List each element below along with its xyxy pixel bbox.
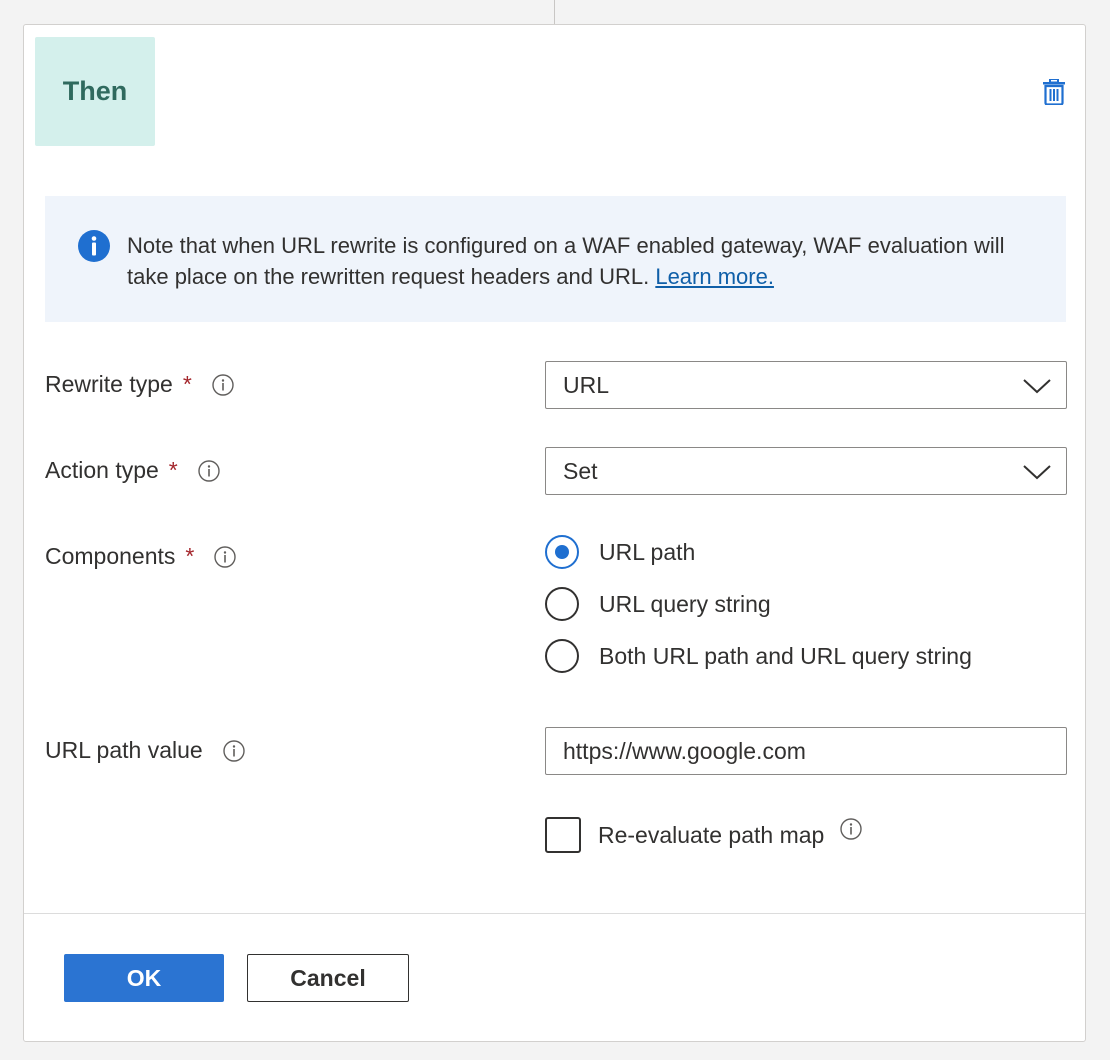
then-action-card: Then Note that when URL rewrite is confi…: [23, 24, 1086, 1042]
delete-button[interactable]: [1040, 77, 1068, 107]
info-tooltip-icon[interactable]: [212, 373, 234, 396]
rewrite-type-value: URL: [563, 371, 610, 398]
url-path-value-label-row: URL path value: [45, 737, 245, 764]
ok-button[interactable]: OK: [64, 954, 224, 1002]
required-marker: *: [182, 371, 192, 397]
trash-icon: [1043, 79, 1065, 105]
radio-button[interactable]: [545, 587, 579, 621]
radio-button[interactable]: [545, 639, 579, 673]
radio-url-path[interactable]: URL path: [545, 535, 695, 569]
radio-both-label: Both URL path and URL query string: [599, 642, 972, 669]
waf-info-banner: Note that when URL rewrite is configured…: [45, 196, 1066, 322]
flow-connector-line: [554, 0, 555, 24]
action-type-label-row: Action type *: [45, 457, 220, 484]
info-icon: [78, 230, 110, 262]
info-message-text: Note that when URL rewrite is configured…: [127, 233, 1005, 289]
components-label-row: Components *: [45, 543, 237, 570]
radio-url-query-string-label: URL query string: [599, 590, 771, 617]
radio-button-selected[interactable]: [545, 535, 579, 569]
radio-both[interactable]: Both URL path and URL query string: [545, 639, 972, 673]
action-type-dropdown[interactable]: Set: [545, 447, 1067, 495]
radio-url-path-label: URL path: [599, 538, 696, 565]
info-tooltip-icon[interactable]: [840, 818, 863, 840]
info-tooltip-icon[interactable]: [214, 545, 237, 568]
rewrite-type-label-row: Rewrite type *: [45, 371, 234, 398]
then-badge-label: Then: [62, 76, 128, 106]
reevaluate-path-map-row: Re-evaluate path map: [545, 817, 863, 853]
info-tooltip-icon[interactable]: [198, 459, 220, 482]
url-path-value-label: URL path value: [45, 737, 203, 763]
chevron-down-icon: [1023, 379, 1051, 394]
learn-more-link[interactable]: Learn more.: [655, 264, 774, 289]
reevaluate-path-map-label: Re-evaluate path map: [598, 821, 825, 848]
cancel-button[interactable]: Cancel: [247, 954, 409, 1002]
action-type-label: Action type: [45, 457, 159, 483]
info-message: Note that when URL rewrite is configured…: [127, 230, 1037, 292]
rewrite-type-label: Rewrite type: [45, 371, 173, 397]
footer-divider: [24, 913, 1085, 914]
chevron-down-icon: [1023, 465, 1051, 480]
components-label: Components: [45, 543, 176, 569]
required-marker: *: [185, 543, 195, 569]
reevaluate-path-map-checkbox[interactable]: [545, 817, 581, 853]
required-marker: *: [168, 457, 178, 483]
info-tooltip-icon[interactable]: [222, 739, 245, 762]
radio-url-query-string[interactable]: URL query string: [545, 587, 771, 621]
url-path-value-input[interactable]: [545, 727, 1067, 775]
then-badge: Then: [35, 37, 155, 146]
rewrite-type-dropdown[interactable]: URL: [545, 361, 1067, 409]
action-type-value: Set: [563, 457, 598, 484]
